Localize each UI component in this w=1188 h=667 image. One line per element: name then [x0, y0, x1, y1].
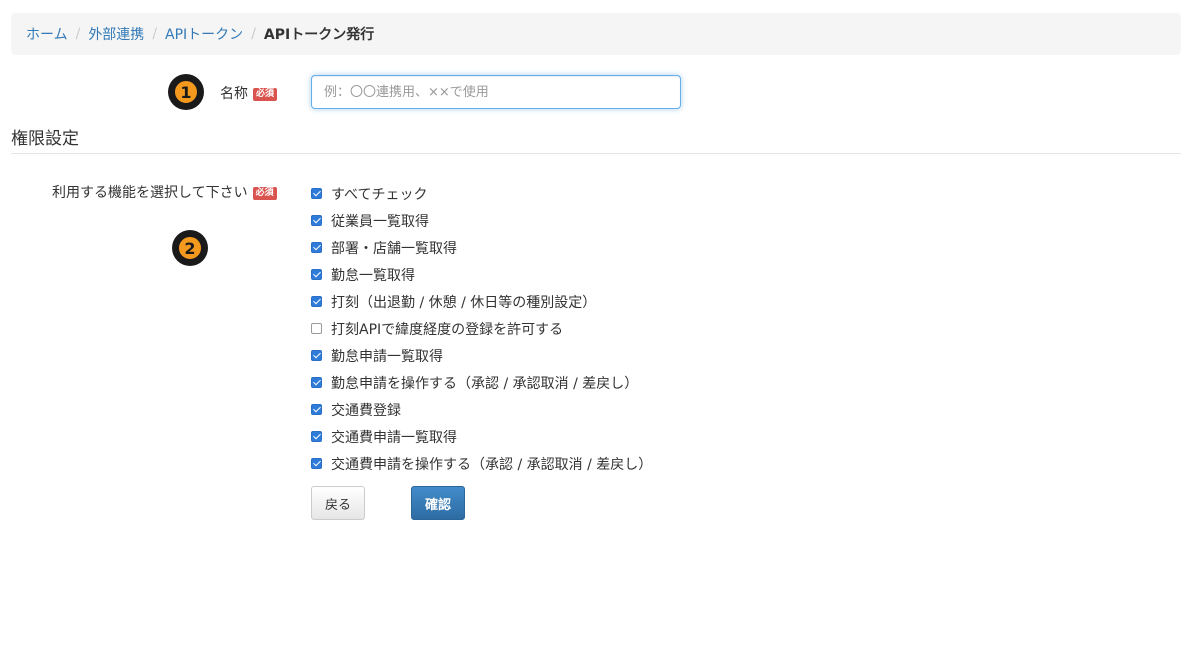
permission-option-label: 打刻APIで緯度経度の登録を許可する: [331, 321, 564, 338]
checkbox[interactable]: [311, 242, 322, 253]
name-label-text: 名称: [220, 86, 248, 102]
checkbox[interactable]: [311, 404, 322, 415]
permission-option-transport-register[interactable]: 交通費登録: [311, 396, 652, 423]
breadcrumb: ホーム / 外部連携 / APIトークン / APIトークン発行: [11, 13, 1181, 55]
annotation-marker-1-number: 1: [173, 79, 199, 105]
permission-option-label: 打刻（出退勤 / 休憩 / 休日等の種別設定）: [331, 294, 597, 311]
breadcrumb-home-link[interactable]: ホーム: [26, 24, 68, 44]
checkbox[interactable]: [311, 377, 322, 388]
checkbox[interactable]: [311, 323, 322, 334]
permission-option-transport-request-list[interactable]: 交通費申請一覧取得: [311, 423, 652, 450]
breadcrumb-separator: /: [251, 26, 256, 42]
checkbox[interactable]: [311, 458, 322, 469]
permission-option-department-list[interactable]: 部署・店舗一覧取得: [311, 234, 652, 261]
required-badge: 必須: [252, 186, 277, 200]
permission-option-label: すべてチェック: [331, 186, 428, 203]
permission-checkbox-list: すべてチェック 従業員一覧取得 部署・店舗一覧取得 勤怠一覧取得 打刻（出退勤 …: [311, 180, 652, 477]
checkbox[interactable]: [311, 350, 322, 361]
permission-option-employee-list[interactable]: 従業員一覧取得: [311, 207, 652, 234]
checkbox[interactable]: [311, 431, 322, 442]
permission-option-label: 従業員一覧取得: [331, 213, 429, 230]
permission-option-label: 勤怠申請を操作する（承認 / 承認取消 / 差戻し）: [331, 375, 639, 392]
breadcrumb-separator: /: [152, 26, 158, 42]
checkbox[interactable]: [311, 296, 322, 307]
permission-option-label: 交通費登録: [331, 402, 401, 419]
annotation-marker-1: 1: [170, 76, 202, 108]
checkbox[interactable]: [311, 188, 322, 199]
annotation-marker-2-number: 2: [177, 235, 203, 261]
breadcrumb-api-token-link[interactable]: APIトークン: [165, 24, 243, 44]
breadcrumb-integrations-link[interactable]: 外部連携: [88, 24, 144, 44]
breadcrumb-current: APIトークン発行: [263, 27, 375, 43]
permissions-label: 利用する機能を選択して下さい 必須: [52, 182, 277, 202]
permission-option-transport-request-operate[interactable]: 交通費申請を操作する（承認 / 承認取消 / 差戻し）: [311, 450, 652, 477]
back-button[interactable]: 戻る: [311, 486, 365, 520]
confirm-button[interactable]: 確認: [411, 486, 465, 520]
permission-option-label: 交通費申請を操作する（承認 / 承認取消 / 差戻し）: [331, 456, 653, 473]
name-label: 名称 必須: [220, 83, 278, 103]
permission-option-clock-in[interactable]: 打刻（出退勤 / 休憩 / 休日等の種別設定）: [311, 288, 652, 315]
permissions-section-title: 権限設定: [11, 129, 79, 149]
breadcrumb-separator: /: [75, 26, 81, 42]
permission-option-label: 勤怠申請一覧取得: [331, 348, 443, 365]
section-divider: [11, 153, 1181, 154]
permission-option-geolocation[interactable]: 打刻APIで緯度経度の登録を許可する: [311, 315, 652, 342]
checkbox[interactable]: [311, 269, 322, 280]
permission-option-attendance-request-operate[interactable]: 勤怠申請を操作する（承認 / 承認取消 / 差戻し）: [311, 369, 652, 396]
permissions-label-text: 利用する機能を選択して下さい: [52, 185, 248, 201]
required-badge: 必須: [253, 87, 278, 101]
permission-option-label: 部署・店舗一覧取得: [331, 240, 457, 257]
name-input[interactable]: [311, 75, 681, 109]
permission-option-label: 交通費申請一覧取得: [331, 429, 457, 446]
annotation-marker-2: 2: [174, 232, 206, 264]
permission-option-check-all[interactable]: すべてチェック: [311, 180, 652, 207]
permission-option-attendance-list[interactable]: 勤怠一覧取得: [311, 261, 652, 288]
permission-option-attendance-request-list[interactable]: 勤怠申請一覧取得: [311, 342, 652, 369]
checkbox[interactable]: [311, 215, 322, 226]
permission-option-label: 勤怠一覧取得: [331, 267, 415, 284]
